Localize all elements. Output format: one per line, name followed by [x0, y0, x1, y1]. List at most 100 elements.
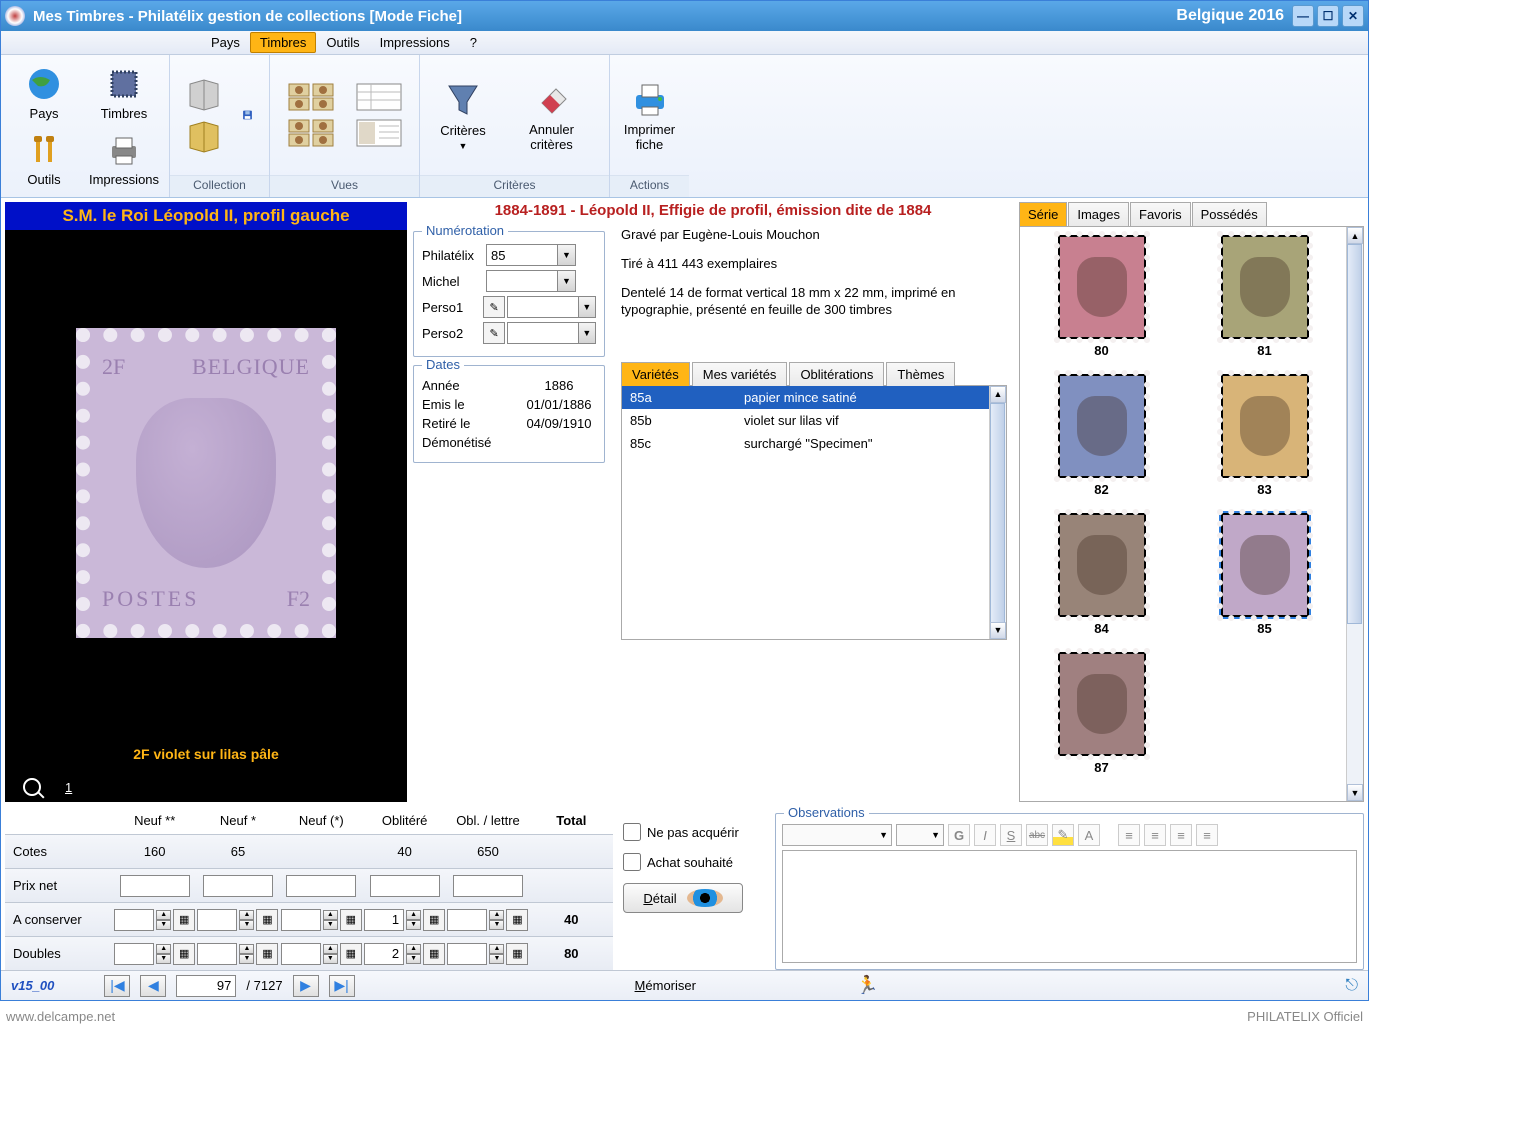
achat-souhaite-check[interactable]: Achat souhaité	[623, 853, 765, 871]
gallery-item[interactable]: 83	[1195, 374, 1334, 497]
spin-up-icon[interactable]: ▲	[323, 910, 338, 920]
minimize-button[interactable]: —	[1292, 5, 1314, 27]
save-icon[interactable]	[242, 95, 253, 135]
align-right-icon[interactable]: ≡	[1170, 824, 1192, 846]
state-icon[interactable]: ▦	[256, 943, 278, 965]
gallery-scrollbar[interactable]: ▲ ▼	[1346, 227, 1363, 801]
align-center-icon[interactable]: ≡	[1144, 824, 1166, 846]
qty-input[interactable]	[364, 909, 404, 931]
nav-next-button[interactable]: ▶	[293, 975, 319, 997]
spin-up-icon[interactable]: ▲	[323, 944, 338, 954]
qty-input[interactable]	[281, 943, 321, 965]
tab-possedes[interactable]: Possédés	[1192, 202, 1267, 226]
stamp-image[interactable]: 2FBELGIQUE POSTESF2	[76, 230, 336, 736]
nav-timbres[interactable]: Timbres	[85, 61, 163, 125]
spin-down-icon[interactable]: ▼	[239, 920, 254, 930]
menu-pays[interactable]: Pays	[201, 32, 250, 53]
state-icon[interactable]: ▦	[423, 943, 445, 965]
menu-timbres[interactable]: Timbres	[250, 32, 316, 53]
qty-input[interactable]	[364, 943, 404, 965]
gallery-item[interactable]: 82	[1032, 374, 1171, 497]
state-icon[interactable]: ▦	[506, 909, 528, 931]
observations-textarea[interactable]	[782, 850, 1357, 963]
bold-button[interactable]: G	[948, 824, 970, 846]
gallery-item[interactable]: 87	[1032, 652, 1171, 775]
qty-input[interactable]	[447, 909, 487, 931]
spin-down-icon[interactable]: ▼	[156, 920, 171, 930]
dropdown-icon[interactable]: ▼	[558, 244, 576, 266]
zoom-value[interactable]: 1	[65, 780, 72, 795]
view-tiles-icon[interactable]	[287, 82, 335, 112]
color-button[interactable]: A	[1078, 824, 1100, 846]
scroll-thumb[interactable]	[990, 403, 1005, 623]
variete-row[interactable]: 85bviolet sur lilas vif	[622, 409, 989, 432]
ne-pas-acquerir-check[interactable]: Ne pas acquérir	[623, 823, 765, 841]
album-icon[interactable]	[186, 76, 222, 112]
qty-input[interactable]	[197, 909, 237, 931]
align-justify-icon[interactable]: ≡	[1196, 824, 1218, 846]
spin-up-icon[interactable]: ▲	[489, 944, 504, 954]
nav-prev-button[interactable]: ◀	[140, 975, 166, 997]
gallery-item[interactable]: 84	[1032, 513, 1171, 636]
nav-last-button[interactable]: ▶|	[329, 975, 355, 997]
tab-favoris[interactable]: Favoris	[1130, 202, 1191, 226]
variete-row[interactable]: 85csurchargé "Specimen"	[622, 432, 989, 455]
spin-up-icon[interactable]: ▲	[239, 944, 254, 954]
tab-themes[interactable]: Thèmes	[886, 362, 955, 386]
spin-up-icon[interactable]: ▲	[156, 944, 171, 954]
pen-icon[interactable]: ✎	[483, 296, 504, 318]
nav-pays[interactable]: Pays	[5, 61, 83, 125]
spin-down-icon[interactable]: ▼	[239, 954, 254, 964]
scroll-down-icon[interactable]: ▼	[990, 622, 1006, 639]
dropdown-icon[interactable]: ▼	[558, 270, 576, 292]
font-size-select[interactable]: ▼	[896, 824, 944, 846]
price-input[interactable]	[453, 875, 523, 897]
detail-button[interactable]: Détail	[623, 883, 743, 913]
state-icon[interactable]: ▦	[506, 943, 528, 965]
annuler-criteres-button[interactable]: Annuler critères	[510, 79, 593, 152]
imprimer-fiche-button[interactable]: Imprimer fiche	[623, 79, 677, 152]
spin-down-icon[interactable]: ▼	[489, 920, 504, 930]
qty-input[interactable]	[447, 943, 487, 965]
price-input[interactable]	[286, 875, 356, 897]
tab-obliterations[interactable]: Oblitérations	[789, 362, 884, 386]
state-icon[interactable]: ▦	[340, 943, 362, 965]
dropdown-icon[interactable]: ▼	[579, 296, 596, 318]
view-tiles-icon-2[interactable]	[287, 118, 335, 148]
gallery-item[interactable]: 85	[1195, 513, 1334, 636]
spin-up-icon[interactable]: ▲	[406, 944, 421, 954]
font-family-select[interactable]: ▼	[782, 824, 892, 846]
menu-help[interactable]: ?	[460, 32, 487, 53]
menu-impressions[interactable]: Impressions	[370, 32, 460, 53]
scroll-thumb[interactable]	[1347, 244, 1362, 624]
state-icon[interactable]: ▦	[340, 909, 362, 931]
record-number-input[interactable]	[176, 975, 236, 997]
qty-input[interactable]	[281, 909, 321, 931]
spin-up-icon[interactable]: ▲	[156, 910, 171, 920]
variete-row[interactable]: 85apapier mince satiné	[622, 386, 989, 409]
maximize-button[interactable]: ☐	[1317, 5, 1339, 27]
italic-button[interactable]: I	[974, 824, 996, 846]
qty-input[interactable]	[114, 943, 154, 965]
view-list-icon[interactable]	[355, 82, 403, 112]
scrollbar[interactable]: ▲ ▼	[989, 386, 1006, 639]
magnifier-icon[interactable]	[23, 778, 41, 796]
menu-outils[interactable]: Outils	[316, 32, 369, 53]
spin-down-icon[interactable]: ▼	[323, 920, 338, 930]
spin-down-icon[interactable]: ▼	[406, 920, 421, 930]
spin-up-icon[interactable]: ▲	[406, 910, 421, 920]
view-detail-icon[interactable]	[355, 118, 403, 148]
exit-icon[interactable]: ⎋	[1345, 977, 1358, 995]
gallery-item[interactable]: 81	[1195, 235, 1334, 358]
price-input[interactable]	[120, 875, 190, 897]
state-icon[interactable]: ▦	[256, 909, 278, 931]
price-input[interactable]	[203, 875, 273, 897]
state-icon[interactable]: ▦	[423, 909, 445, 931]
num-michel-input[interactable]	[486, 270, 558, 292]
album-gold-icon[interactable]	[186, 118, 222, 154]
qty-input[interactable]	[197, 943, 237, 965]
tab-mes-varietes[interactable]: Mes variétés	[692, 362, 788, 386]
spin-down-icon[interactable]: ▼	[156, 954, 171, 964]
gallery-item[interactable]: 80	[1032, 235, 1171, 358]
tab-varietes[interactable]: Variétés	[621, 362, 690, 386]
